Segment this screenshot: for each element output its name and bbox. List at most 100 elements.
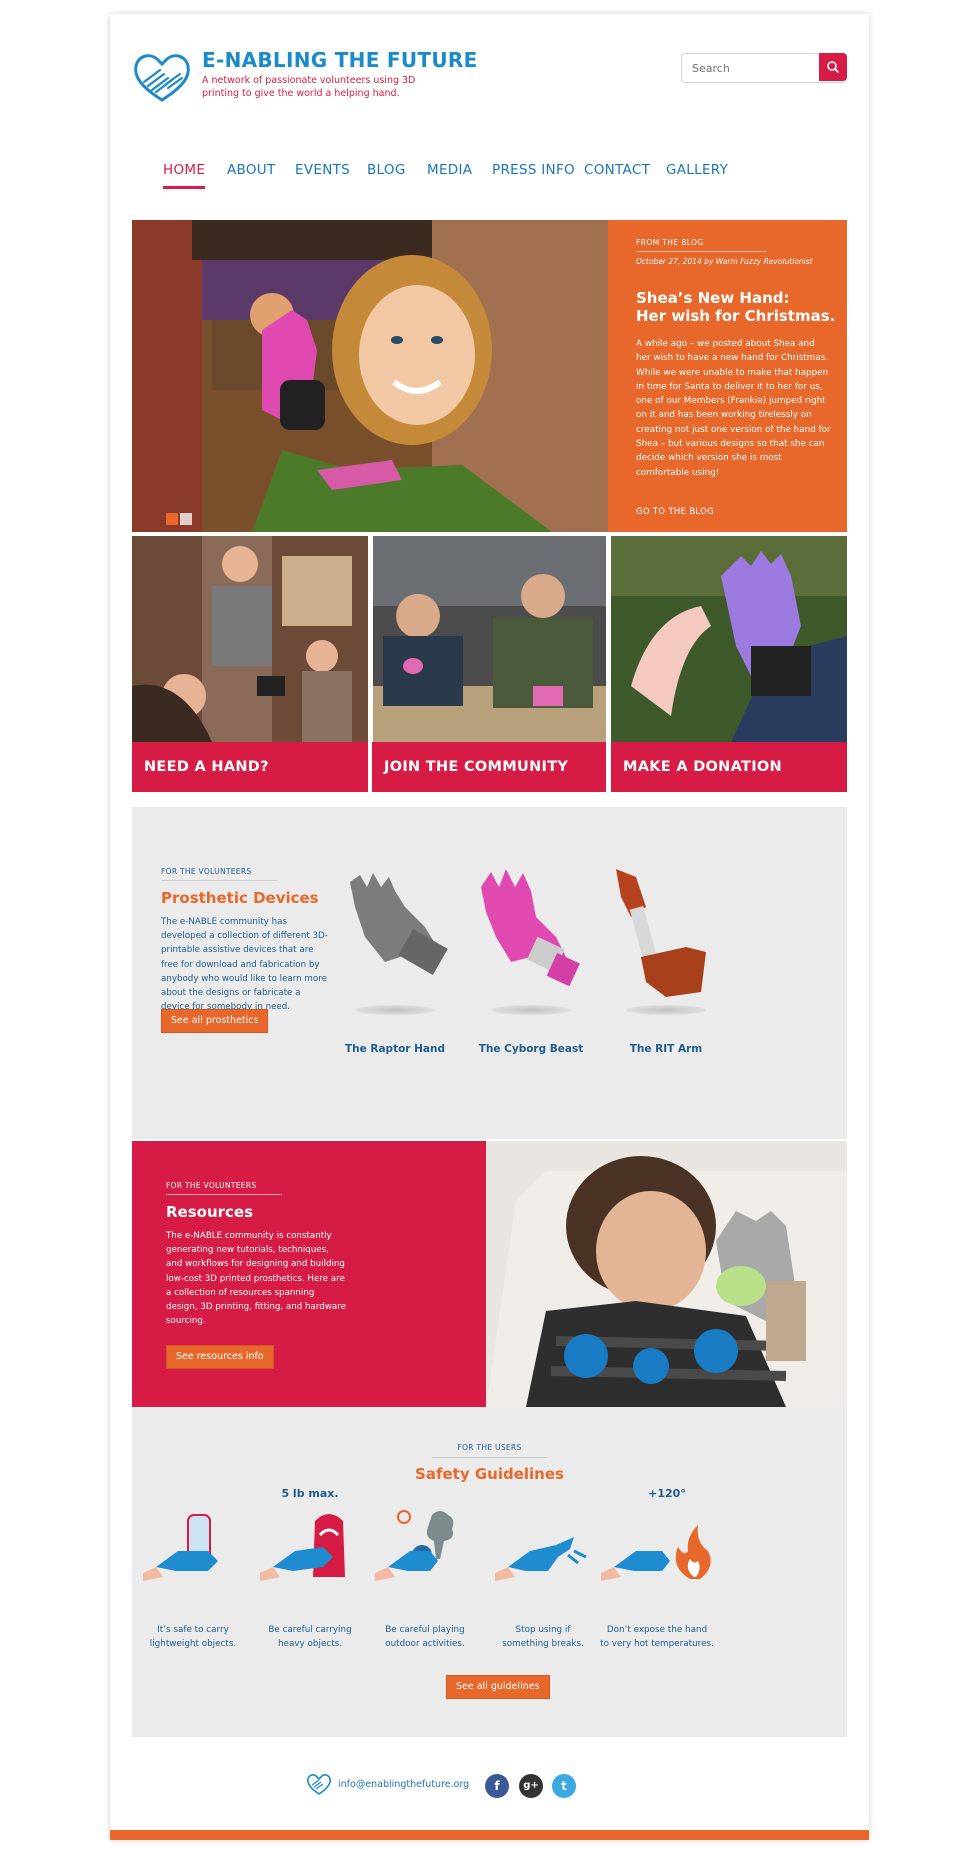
prosthetic-name: The Raptor Hand — [344, 1043, 446, 1055]
nav-item-press-info[interactable]: PRESS INFO — [492, 162, 575, 178]
footer-logo-icon — [307, 1774, 331, 1795]
hero-post-meta: October 27, 2014 by Warm Fuzzy Revolutio… — [636, 257, 813, 266]
card-join-community[interactable]: JOIN THE COMMUNITY — [372, 536, 606, 792]
logo-heart-hands-icon[interactable] — [130, 48, 194, 106]
resources-kicker: FOR THE VOLUNTEERS — [166, 1181, 257, 1190]
hero-title-line-1: Shea’s New Hand: — [636, 289, 790, 307]
caption-line-2: heavy objects. — [277, 1639, 343, 1649]
google-plus-icon[interactable]: g+ — [519, 1774, 543, 1798]
search-input[interactable] — [690, 54, 814, 82]
product-shadow — [491, 1005, 571, 1015]
prosthetic-name: The RIT Arm — [629, 1043, 703, 1055]
guideline-lightweight: It’s safe to carry lightweight objects. — [128, 1507, 258, 1649]
caption-line-1: Be careful playing — [385, 1625, 465, 1635]
resources-section: FOR THE VOLUNTEERS Resources The e-NABLE… — [132, 1141, 847, 1407]
twitter-icon[interactable]: t — [552, 1774, 576, 1798]
search-button[interactable] — [819, 53, 847, 81]
boy-with-prosthetic-photo — [486, 1141, 847, 1407]
prosthetics-title: Prosthetic Devices — [161, 889, 319, 907]
facebook-icon[interactable]: f — [485, 1774, 509, 1798]
hero-title-line-2: Her wish for Christmas. — [636, 307, 836, 325]
hero-post-title[interactable]: Shea’s New Hand: Her wish for Christmas. — [636, 289, 836, 325]
card-make-donation[interactable]: MAKE A DONATION — [611, 536, 847, 792]
volunteers-building-image — [373, 536, 606, 742]
guideline-caption: Be careful carrying heavy objects. — [245, 1623, 375, 1651]
prosthetics-kicker: FOR THE VOLUNTEERS — [161, 867, 252, 876]
prosthetic-name: The Cyborg Beast — [478, 1043, 584, 1055]
resources-title: Resources — [166, 1203, 254, 1221]
guideline-caption: Stop using if something breaks. — [478, 1623, 608, 1651]
nav-item-events[interactable]: EVENTS — [295, 162, 350, 178]
product-shadow — [355, 1005, 435, 1015]
caption-line-2: something breaks. — [502, 1639, 584, 1649]
brand-tagline: A network of passionate volunteers using… — [202, 75, 416, 99]
safety-guidelines-section: FOR THE USERS Safety Guidelines It’s saf… — [132, 1407, 847, 1737]
hand-with-bottle-icon — [143, 1514, 218, 1581]
prosthetic-rit-arm[interactable]: The RIT Arm — [596, 867, 736, 1055]
safety-kicker-divider — [432, 1457, 547, 1458]
footer-accent-bar — [110, 1830, 869, 1840]
weight-limit-badge: 5 lb max. — [281, 1487, 339, 1500]
hand-with-heavy-bag-icon — [260, 1514, 345, 1581]
temperature-badge: +120° — [648, 1487, 686, 1500]
slider-dot-2[interactable] — [180, 513, 192, 525]
boy-with-prosthetic-image — [486, 1141, 847, 1407]
guideline-outdoor: Be careful playing outdoor activities. — [360, 1507, 490, 1649]
hero-post-excerpt: A while ago – we posted about Shea and h… — [636, 339, 831, 478]
card-need-a-hand[interactable]: NEED A HAND? — [132, 536, 368, 792]
guideline-caption: Be careful playing outdoor activities. — [360, 1623, 490, 1651]
family-photo-image — [132, 536, 368, 742]
page-card: E-NABLING THE FUTURE A network of passio… — [110, 14, 869, 1840]
see-all-prosthetics-button[interactable]: See all prosthetics — [161, 1009, 269, 1033]
nav-item-gallery[interactable]: GALLERY — [666, 162, 728, 178]
nav-item-about[interactable]: ABOUT — [227, 162, 276, 178]
card-label: MAKE A DONATION — [611, 742, 847, 792]
slider-dot-1[interactable] — [166, 513, 178, 525]
go-to-blog-link[interactable]: GO TO THE BLOG — [636, 507, 714, 517]
footer-email-link[interactable]: info@enablingthefuture.org — [338, 1779, 469, 1790]
hero-photo[interactable] — [132, 220, 608, 532]
hero-slider: FROM THE BLOG October 27, 2014 by Warm F… — [132, 220, 847, 532]
search-box — [681, 53, 847, 83]
caption-line-2: to very hot temperatures. — [600, 1639, 714, 1649]
prosthetics-kicker-divider — [161, 880, 277, 881]
main-nav: HOME ABOUT EVENTS BLOG MEDIA PRESS INFO … — [132, 162, 847, 202]
safety-title: Safety Guidelines — [415, 1465, 564, 1483]
broken-hand-icon — [495, 1537, 587, 1581]
nav-item-blog[interactable]: BLOG — [367, 162, 406, 178]
hero-kicker: FROM THE BLOG — [636, 238, 704, 247]
search-icon — [827, 61, 839, 73]
prosthetic-devices-section: FOR THE VOLUNTEERS Prosthetic Devices Th… — [132, 807, 847, 1139]
caption-line-1: It’s safe to carry — [157, 1625, 229, 1635]
caption-line-2: outdoor activities. — [385, 1639, 465, 1649]
card-label: JOIN THE COMMUNITY — [372, 742, 606, 792]
prosthetic-cyborg-beast[interactable]: The Cyborg Beast — [461, 867, 601, 1055]
guideline-heat: +120° Don’t expose the hand to very hot t… — [592, 1487, 722, 1649]
hero-kicker-divider — [636, 251, 766, 252]
prosthetic-raptor-hand[interactable]: The Raptor Hand — [325, 867, 465, 1055]
rit-arm-image — [616, 869, 706, 997]
safety-kicker: FOR THE USERS — [457, 1443, 522, 1452]
brand-title[interactable]: E-NABLING THE FUTURE — [202, 48, 478, 72]
hero-blog-panel: FROM THE BLOG October 27, 2014 by Warm F… — [608, 220, 847, 532]
guideline-caption: Don’t expose the hand to very hot tempera… — [592, 1623, 722, 1651]
see-all-guidelines-button[interactable]: See all guidelines — [446, 1675, 550, 1699]
hand-outdoor-icon — [375, 1510, 454, 1581]
see-resources-info-button[interactable]: See resources info — [166, 1345, 274, 1369]
nav-item-home[interactable]: HOME — [163, 162, 206, 189]
cyborg-beast-image — [481, 869, 580, 987]
guideline-breaks: Stop using if something breaks. — [478, 1507, 608, 1649]
guideline-heavy: 5 lb max. Be careful carrying heavy objec… — [245, 1487, 375, 1649]
nav-item-media[interactable]: MEDIA — [427, 162, 472, 178]
hand-near-fire-icon — [601, 1525, 711, 1581]
caption-line-1: Be careful carrying — [268, 1625, 352, 1635]
resources-kicker-divider — [166, 1194, 282, 1195]
caption-line-2: lightweight objects. — [149, 1639, 237, 1649]
prosthetics-description: The e-NABLE community has developed a co… — [161, 917, 328, 1013]
nav-item-contact[interactable]: CONTACT — [584, 162, 650, 178]
product-shadow — [626, 1005, 706, 1015]
footer: info@enablingthefuture.org f g+ t — [132, 1770, 847, 1810]
card-label: NEED A HAND? — [132, 742, 368, 792]
purple-prosthetic-hand-image — [611, 536, 847, 742]
caption-line-1: Stop using if — [515, 1625, 571, 1635]
